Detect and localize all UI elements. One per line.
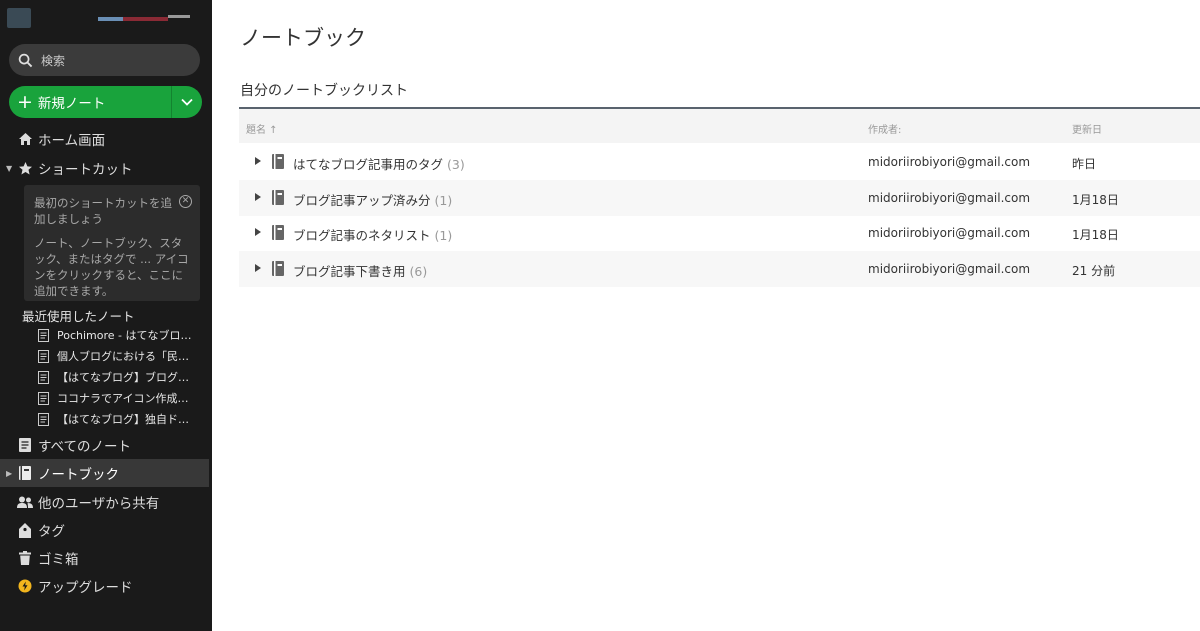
expand-arrow-icon[interactable] [255, 157, 261, 165]
table-row[interactable]: はてなブログ記事用のタグ (3) midoriirobiyori@gmail.co… [239, 144, 1200, 180]
notebook-icon [272, 225, 284, 240]
owner-cell: midoriirobiyori@gmail.com [868, 191, 1031, 205]
owner-cell: midoriirobiyori@gmail.com [868, 262, 1031, 276]
notebook-name: はてなブログ記事用のタグ [293, 157, 444, 172]
updated-cell: 21 分前 [1072, 264, 1116, 278]
nav-item-shortcuts[interactable]: ▼ ショートカット [0, 154, 209, 182]
recent-note-title: 個人ブログにおける「民… [57, 350, 189, 363]
owner-cell: midoriirobiyori@gmail.com [868, 155, 1031, 169]
notebook-name-cell[interactable]: ブログ記事下書き用 (6) [293, 261, 427, 280]
notebook-name: ブログ記事下書き用 [293, 264, 406, 279]
note-count: (1) [434, 228, 453, 243]
note-count: (3) [447, 157, 465, 172]
recent-note-item[interactable]: Pochimore - はてなブログだ… [38, 325, 203, 345]
notebook-name-cell[interactable]: はてなブログ記事用のタグ (3) [293, 154, 465, 173]
updated-cell: 昨日 [1072, 157, 1097, 171]
plus-icon: + [17, 90, 33, 113]
note-icon [38, 391, 49, 405]
chevron-down-icon[interactable] [172, 86, 202, 118]
star-icon [17, 160, 33, 176]
section-title: 自分のノートブックリスト [240, 83, 408, 99]
note-icon [38, 370, 49, 384]
notes-icon [17, 437, 33, 453]
nav-item-upgrade[interactable]: アップグレード [0, 572, 209, 600]
recent-note-item[interactable]: ココナラでアイコン作成… [38, 388, 203, 408]
shortcut-hint: 最初のショートカットを追加しましょう ノート、ノートブック、スタック、またはタグ… [24, 185, 200, 301]
upgrade-icon [17, 578, 33, 594]
close-icon[interactable]: ✕ [179, 195, 192, 208]
home-icon [17, 131, 33, 147]
account-bar [98, 17, 123, 21]
caret-down-icon[interactable]: ▼ [6, 164, 12, 173]
new-note-button[interactable]: + 新規ノート [9, 86, 202, 118]
notebook-icon [272, 190, 284, 205]
search-input[interactable]: 検索 [9, 44, 200, 76]
note-icon [38, 328, 49, 342]
notebook-icon [272, 261, 284, 276]
owner-cell: midoriirobiyori@gmail.com [868, 226, 1031, 240]
notebook-name: ブログ記事アップ済み分 [293, 193, 431, 208]
expand-arrow-icon[interactable] [255, 193, 261, 201]
note-icon [38, 349, 49, 363]
nav-label: ノートブック [38, 467, 119, 483]
search-placeholder: 検索 [41, 53, 66, 68]
nav-item-trash[interactable]: ゴミ箱 [0, 544, 209, 572]
notebook-icon [272, 154, 284, 169]
recent-note-title: Pochimore - はてなブログだ… [57, 329, 197, 342]
notebook-name-cell[interactable]: ブログ記事アップ済み分 (1) [293, 190, 452, 209]
tag-icon [17, 522, 33, 538]
main-panel: ノートブック 自分のノートブックリスト 題名 ↑ 作成者: 更新日 はてなブログ… [212, 0, 1200, 631]
recent-note-title: 【はてなブログ】ブログ… [57, 371, 189, 384]
note-count: (1) [434, 193, 453, 208]
nav-label: ホーム画面 [38, 133, 106, 149]
search-icon [18, 53, 33, 67]
table-header: 題名 ↑ 作成者: 更新日 [239, 109, 1200, 143]
sidebar: 検索 + 新規ノート ホーム画面 ▼ ショートカット 最初のショートカットを追加… [0, 0, 212, 631]
notebook-icon [17, 465, 33, 481]
table-row[interactable]: ブログ記事のネタリスト (1) midoriirobiyori@gmail.com… [239, 215, 1200, 251]
page-title: ノートブック [240, 26, 366, 50]
column-header-owner[interactable]: 作成者: [868, 121, 901, 136]
shortcut-hint-body: ノート、ノートブック、スタック、またはタグで ... アイコンをクリックすると、… [34, 236, 189, 298]
trash-icon [17, 550, 33, 566]
recent-note-item[interactable]: 【はてなブログ】独自ド… [38, 409, 203, 429]
recent-note-item[interactable]: 【はてなブログ】ブログ… [38, 367, 203, 387]
updated-cell: 1月18日 [1072, 193, 1119, 207]
nav-label: すべてのノート [38, 439, 132, 455]
account-bar [168, 15, 190, 18]
account-avatar[interactable] [7, 8, 31, 28]
column-header-name[interactable]: 題名 ↑ [246, 121, 278, 136]
recent-note-title: ココナラでアイコン作成… [57, 392, 189, 405]
recent-note-title: 【はてなブログ】独自ド… [57, 413, 189, 426]
caret-right-icon[interactable]: ▶ [6, 469, 12, 478]
notebook-name: ブログ記事のネタリスト [293, 228, 431, 243]
new-note-label: 新規ノート [37, 96, 106, 112]
column-header-updated[interactable]: 更新日 [1072, 121, 1102, 136]
nav-item-all-notes[interactable]: すべてのノート [0, 431, 209, 459]
table-row[interactable]: ブログ記事アップ済み分 (1) midoriirobiyori@gmail.com… [239, 180, 1200, 216]
nav-item-tags[interactable]: タグ [0, 516, 209, 544]
nav-label: ゴミ箱 [38, 552, 79, 568]
table-row[interactable]: ブログ記事下書き用 (6) midoriirobiyori@gmail.com 2… [239, 251, 1200, 287]
recent-note-item[interactable]: 個人ブログにおける「民… [38, 346, 203, 366]
updated-cell: 1月18日 [1072, 228, 1119, 242]
recent-notes-title: 最近使用したノート [22, 309, 135, 324]
nav-label: 他のユーザから共有 [38, 496, 160, 512]
notebook-name-cell[interactable]: ブログ記事のネタリスト (1) [293, 225, 452, 244]
users-icon [17, 494, 33, 510]
nav-label: アップグレード [38, 580, 133, 596]
nav-item-home[interactable]: ホーム画面 [0, 125, 209, 153]
expand-arrow-icon[interactable] [255, 228, 261, 236]
shortcut-hint-title: 最初のショートカットを追加しましょう [34, 196, 172, 226]
nav-item-notebooks[interactable]: ▶ ノートブック [0, 459, 209, 487]
nav-label: タグ [38, 524, 65, 540]
note-count: (6) [409, 264, 428, 279]
nav-label: ショートカット [38, 162, 133, 178]
nav-item-shared[interactable]: 他のユーザから共有 [0, 488, 209, 516]
note-icon [38, 412, 49, 426]
account-bar [123, 17, 168, 21]
expand-arrow-icon[interactable] [255, 264, 261, 272]
